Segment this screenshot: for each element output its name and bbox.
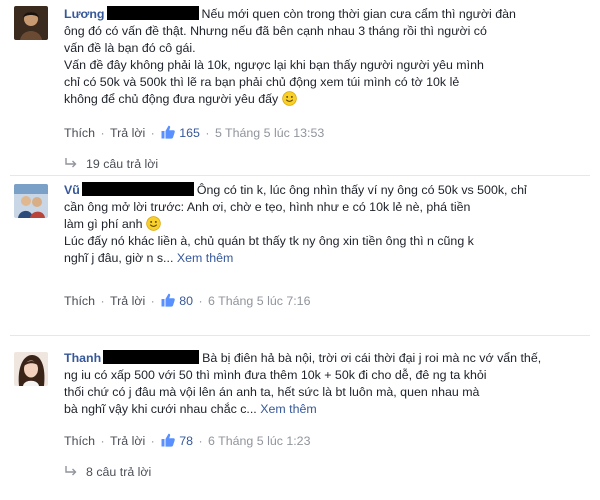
comment-actions: Thích · Trả lời · 78 · 6 Tháng 5 lúc 1:2… [64,432,311,448]
comment-text-line: chỉ có 50k và 500k thì lẽ ra bạn phải ch… [64,75,460,89]
reply-arrow-icon [64,157,78,169]
view-replies-link[interactable]: 8 câu trả lời [64,464,151,480]
redacted-name [106,6,199,20]
comment-timestamp[interactable]: 6 Tháng 5 lúc 7:16 [208,294,310,308]
like-count[interactable]: 165 [179,126,200,140]
comment-text-line: nghĩ j đâu, giờ n s... [64,251,174,265]
like-thumb-icon[interactable] [160,432,176,448]
commenter-name[interactable]: Vũ [64,183,80,197]
comment-timestamp[interactable]: 5 Tháng 5 lúc 13:53 [215,126,324,140]
comment-text-line: làm gì phí anh [64,217,143,231]
replies-count-label[interactable]: 19 câu trả lời [86,157,158,171]
like-thumb-icon[interactable] [160,124,176,140]
reply-link[interactable]: Trả lời [110,434,145,448]
avatar[interactable] [14,6,48,40]
comment-actions: Thích · Trả lời · 80 · 6 Tháng 5 lúc 7:1… [64,292,311,308]
comment-text: Lương Nếu mới quen còn trong thời gian cư… [64,6,592,108]
comment-text-line: vấn đề là bạn đó cô gái. [64,41,196,55]
comment-text-line: Nếu mới quen còn trong thời gian cưa cẩm… [201,7,516,21]
like-count[interactable]: 78 [179,434,193,448]
comment-text-line: bà nghĩ vậy khi cưới nhau chắc c... [64,402,257,416]
redacted-name [103,350,200,364]
smile-emoji-icon [281,91,297,106]
comment-text-line: cần ông mở lời trước: Anh ơi, chờ e tẹo,… [64,200,471,214]
comment-timestamp[interactable]: 6 Tháng 5 lúc 1:23 [208,434,310,448]
comment-text-line: Ông có tin k, lúc ông nhìn thấy ví ny ôn… [196,183,527,197]
see-more-link[interactable]: Xem thêm [177,251,233,265]
see-more-link[interactable]: Xem thêm [260,402,316,416]
comment-text: Thanh Bà bị điên hả bà nội, trời ơi cái t… [64,350,592,418]
replies-count-label[interactable]: 8 câu trả lời [86,465,151,479]
avatar[interactable] [14,184,48,218]
reply-link[interactable]: Trả lời [110,126,145,140]
reply-arrow-icon [64,465,78,477]
like-link[interactable]: Thích [64,294,95,308]
comment-text-line: không để chủ động đưa người yêu đấy [64,92,279,106]
comment-text-line: thối chứ có j đâu mà vội lên án anh ta, … [64,385,480,399]
like-link[interactable]: Thích [64,126,95,140]
like-thumb-icon[interactable] [160,292,176,308]
view-replies-link[interactable]: 19 câu trả lời [64,156,158,172]
comment-text-line: Vấn đề đây không phải là 10k, ngược lại … [64,58,484,72]
like-count[interactable]: 80 [179,294,193,308]
divider [10,175,590,176]
smile-emoji-icon [146,216,161,231]
comment-text-line: Lúc đấy nó khác liền à, chủ quán bt thấy… [64,234,474,248]
commenter-name[interactable]: Thanh [64,351,101,365]
comment-text: Vũ Ông có tin k, lúc ông nhìn thấy ví ny … [64,182,592,267]
reply-link[interactable]: Trả lời [110,294,145,308]
divider [10,335,590,336]
comment-text-line: Bà bị điên hả bà nội, trời ơi cái thời đ… [202,351,542,365]
comment-actions: Thích · Trả lời · 165 · 5 Tháng 5 lúc 13… [64,124,325,140]
commenter-name[interactable]: Lương [64,7,105,21]
comment-text-line: ông đó có vấn đề thật. Nhưng nếu đã bên … [64,24,487,38]
avatar[interactable] [14,352,48,386]
comment-text-line: ng iu có xấp 500 với 50 thì mình đưa thê… [64,368,487,382]
redacted-name [81,182,194,196]
like-link[interactable]: Thích [64,434,95,448]
